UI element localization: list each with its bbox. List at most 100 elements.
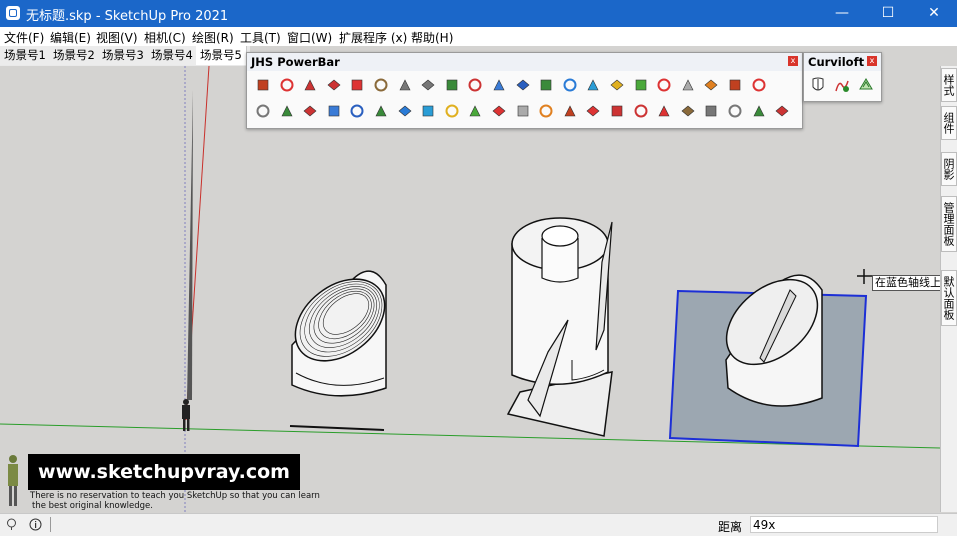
powerbar-tool-icon-r1-3[interactable] bbox=[302, 77, 318, 93]
close-button[interactable]: ✕ bbox=[911, 0, 957, 27]
powerbar-tool-icon-r2-16[interactable] bbox=[609, 103, 625, 119]
tray-tab-components[interactable]: 组件 bbox=[941, 106, 957, 140]
tray-tab-shadows[interactable]: 阴影 bbox=[941, 152, 957, 186]
powerbar-tool-icon-r2-21[interactable] bbox=[727, 103, 743, 119]
powerbar-tool-icon-r2-6[interactable] bbox=[373, 103, 389, 119]
powerbar-tool-icon-r1-6[interactable] bbox=[373, 77, 389, 93]
move-cursor bbox=[857, 269, 872, 284]
watermark-text: There is no reservation to teach you Ske… bbox=[30, 491, 320, 511]
sketchup-app-icon bbox=[6, 6, 20, 20]
powerbar-tool-icon-r1-8[interactable] bbox=[420, 77, 436, 93]
powerbar-tool-icon-r1-15[interactable] bbox=[585, 77, 601, 93]
loft-along-path-icon[interactable] bbox=[858, 77, 874, 93]
title-bar: 无标题.skp - SketchUp Pro 2021 — ☐ ✕ bbox=[0, 0, 957, 27]
scene-tabs: 场景号1 场景号2 场景号3 场景号4 场景号5 bbox=[0, 46, 250, 66]
powerbar-tool-icon-r1-4[interactable] bbox=[326, 77, 342, 93]
minimize-button[interactable]: — bbox=[819, 0, 865, 27]
menu-window[interactable]: 窗口(W) bbox=[287, 29, 332, 46]
measurements-input[interactable]: 49x bbox=[750, 516, 938, 533]
scene-tab-2[interactable]: 场景号2 bbox=[49, 46, 100, 65]
powerbar-tool-icon-r1-21[interactable] bbox=[727, 77, 743, 93]
powerbar-tool-icon-r2-11[interactable] bbox=[491, 103, 507, 119]
selected-plate-cylinder[interactable] bbox=[668, 263, 868, 448]
watermark-banner: www.sketchupvray.com bbox=[28, 454, 300, 490]
scene-tab-1[interactable]: 场景号1 bbox=[0, 46, 51, 65]
powerbar-tool-icon-r2-1[interactable] bbox=[255, 103, 271, 119]
powerbar-tool-icon-r2-2[interactable] bbox=[279, 103, 295, 119]
powerbar-tool-icon-r2-8[interactable] bbox=[420, 103, 436, 119]
powerbar-tool-icon-r1-7[interactable] bbox=[397, 77, 413, 93]
scene-tab-3[interactable]: 场景号3 bbox=[98, 46, 149, 65]
scene-tab-4[interactable]: 场景号4 bbox=[147, 46, 198, 65]
scale-figure bbox=[182, 399, 190, 431]
powerbar-tool-icon-r2-4[interactable] bbox=[326, 103, 342, 119]
powerbar-tool-icon-r2-18[interactable] bbox=[656, 103, 672, 119]
powerbar-tool-icon-r2-5[interactable] bbox=[349, 103, 365, 119]
menu-bar: 文件(F) 编辑(E) 视图(V) 相机(C) 绘图(R) 工具(T) 窗口(W… bbox=[0, 27, 957, 46]
powerbar-tool-icon-r2-10[interactable] bbox=[467, 103, 483, 119]
powerbar-tool-icon-r1-10[interactable] bbox=[467, 77, 483, 93]
watermark-figure bbox=[4, 454, 22, 508]
tray-tab-manage[interactable]: 管理面板 bbox=[941, 196, 957, 252]
powerbar-tool-icon-r2-3[interactable] bbox=[302, 103, 318, 119]
info-icon[interactable] bbox=[29, 518, 42, 531]
menu-camera[interactable]: 相机(C) bbox=[144, 29, 186, 46]
model-viewport[interactable]: JHS PowerBar x Curviloft x 在蓝色轴线上 bbox=[0, 52, 944, 512]
default-tray: 样式 组件 阴影 管理面板 默认面板 bbox=[940, 66, 957, 512]
watermark-line-1: There is no reservation to teach you Ske… bbox=[30, 491, 320, 501]
menu-help[interactable]: 帮助(H) bbox=[411, 29, 453, 46]
geo-location-icon[interactable] bbox=[5, 518, 18, 531]
powerbar-tool-icon-r1-20[interactable] bbox=[703, 77, 719, 93]
jhs-powerbar-close-button[interactable]: x bbox=[788, 56, 798, 66]
powerbar-tool-icon-r1-17[interactable] bbox=[633, 77, 649, 93]
menu-file[interactable]: 文件(F) bbox=[4, 29, 44, 46]
powerbar-tool-icon-r2-20[interactable] bbox=[703, 103, 719, 119]
tray-tab-styles[interactable]: 样式 bbox=[941, 68, 957, 102]
powerbar-tool-icon-r2-23[interactable] bbox=[774, 103, 790, 119]
powerbar-tool-icon-r2-15[interactable] bbox=[585, 103, 601, 119]
powerbar-tool-icon-r2-17[interactable] bbox=[633, 103, 649, 119]
powerbar-tool-icon-r1-12[interactable] bbox=[515, 77, 531, 93]
loft-by-spline-icon[interactable] bbox=[810, 77, 826, 93]
curviloft-header[interactable]: Curviloft x bbox=[804, 53, 881, 71]
curviloft-title: Curviloft bbox=[808, 55, 865, 69]
jhs-powerbar-title: JHS PowerBar bbox=[251, 55, 340, 69]
status-bar: 距离 49x bbox=[0, 513, 957, 536]
menu-tools[interactable]: 工具(T) bbox=[240, 29, 281, 46]
powerbar-tool-icon-r1-2[interactable] bbox=[279, 77, 295, 93]
menu-draw[interactable]: 绘图(R) bbox=[192, 29, 234, 46]
powerbar-tool-icon-r2-22[interactable] bbox=[751, 103, 767, 119]
spiral-cylinder[interactable] bbox=[506, 217, 613, 437]
maximize-button[interactable]: ☐ bbox=[865, 0, 911, 27]
powerbar-tool-icon-r2-14[interactable] bbox=[562, 103, 578, 119]
jhs-powerbar-header[interactable]: JHS PowerBar x bbox=[247, 53, 802, 71]
curviloft-panel: Curviloft x bbox=[803, 52, 882, 102]
slanted-cylinder[interactable] bbox=[280, 262, 401, 431]
tray-tab-default[interactable]: 默认面板 bbox=[941, 270, 957, 326]
menu-edit[interactable]: 编辑(E) bbox=[50, 29, 91, 46]
powerbar-tool-icon-r1-1[interactable] bbox=[255, 77, 271, 93]
jhs-powerbar-panel: JHS PowerBar x bbox=[246, 52, 803, 129]
powerbar-tool-icon-r1-18[interactable] bbox=[656, 77, 672, 93]
powerbar-tool-icon-r2-19[interactable] bbox=[680, 103, 696, 119]
model-canvas[interactable] bbox=[0, 66, 940, 512]
powerbar-tool-icon-r1-14[interactable] bbox=[562, 77, 578, 93]
powerbar-tool-icon-r2-9[interactable] bbox=[444, 103, 460, 119]
scene-tab-5[interactable]: 场景号5 bbox=[196, 46, 247, 65]
powerbar-tool-icon-r1-13[interactable] bbox=[538, 77, 554, 93]
powerbar-tool-icon-r1-11[interactable] bbox=[491, 77, 507, 93]
menu-view[interactable]: 视图(V) bbox=[96, 29, 138, 46]
powerbar-tool-icon-r2-13[interactable] bbox=[538, 103, 554, 119]
powerbar-tool-icon-r2-7[interactable] bbox=[397, 103, 413, 119]
powerbar-tool-icon-r1-22[interactable] bbox=[751, 77, 767, 93]
powerbar-tool-icon-r1-19[interactable] bbox=[680, 77, 696, 93]
skin-contours-icon[interactable] bbox=[834, 77, 850, 93]
powerbar-tool-icon-r1-9[interactable] bbox=[444, 77, 460, 93]
powerbar-tool-icon-r1-16[interactable] bbox=[609, 77, 625, 93]
curviloft-close-button[interactable]: x bbox=[867, 56, 877, 66]
spike-shape bbox=[187, 90, 193, 400]
powerbar-tool-icon-r2-12[interactable] bbox=[515, 103, 531, 119]
powerbar-tool-icon-r1-5[interactable] bbox=[349, 77, 365, 93]
menu-extensions[interactable]: 扩展程序 (x) bbox=[339, 29, 407, 46]
inference-tooltip: 在蓝色轴线上 bbox=[872, 275, 944, 291]
